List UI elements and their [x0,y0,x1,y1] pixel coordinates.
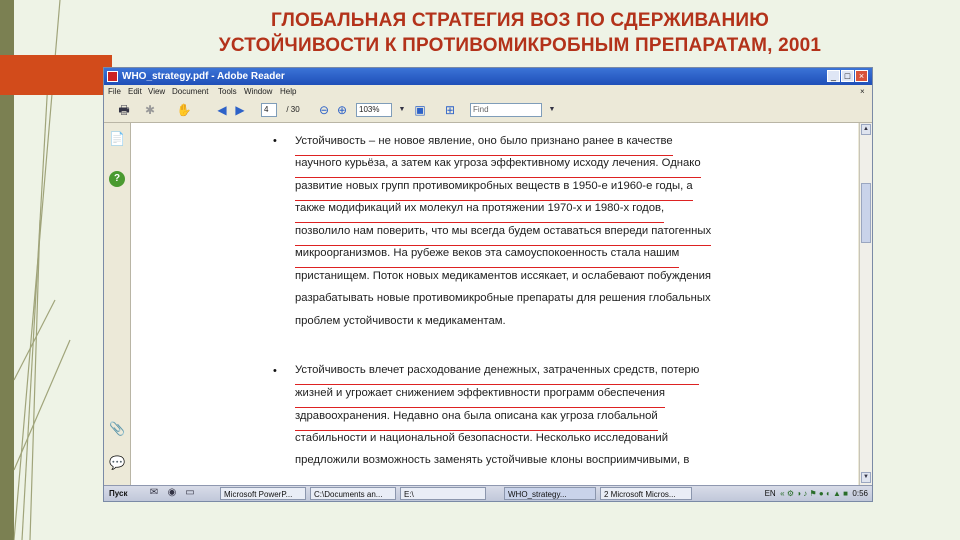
menu-view[interactable]: View [148,85,165,98]
menu-tools[interactable]: Tools [218,85,237,98]
scroll-down-icon[interactable]: ▼ [861,472,871,483]
menu-help[interactable]: Help [280,85,296,98]
taskbar-item[interactable]: C:\Documents an... [310,487,396,500]
bullet-2: • [273,365,277,377]
print-icon[interactable]: 🖶 [116,102,132,118]
taskbar-item[interactable]: Microsoft PowerP... [220,487,306,500]
document-page: • Устойчивость – не новое явление, оно б… [131,123,858,485]
close-button[interactable]: × [855,70,868,82]
comments-icon[interactable]: 💬 [109,455,125,471]
slide-title: ГЛОБАЛЬНАЯ СТРАТЕГИЯ ВОЗ ПО СДЕРЖИВАНИЮ … [90,8,950,58]
chevron-down-icon[interactable]: ▼ [394,102,410,118]
slide-title-line1: ГЛОБАЛЬНАЯ СТРАТЕГИЯ ВОЗ ПО СДЕРЖИВАНИЮ [270,10,770,31]
menu-file[interactable]: File [108,85,121,98]
system-tray: EN « ⚙ ◑ ♪ ⚑ ● ◐ ▲ ■ 0:56 [765,487,868,500]
paragraph-1-line: Устойчивость – не новое явление, оно был… [295,133,673,156]
paragraph-2-line: стабильности и национальной безопасности… [295,432,669,444]
menu-window[interactable]: Window [244,85,272,98]
hand-tool-icon[interactable]: ✋ [176,102,192,118]
zoom-in-icon[interactable]: ⊕ [334,102,350,118]
single-page-icon[interactable]: ▣ [412,102,428,118]
paragraph-1-line: разрабатывать новые противомикробные пре… [295,292,711,304]
taskbar-item-active[interactable]: WHO_strategy... [504,487,596,500]
slide-accent-tab [0,55,112,95]
scroll-thumb[interactable] [861,183,871,243]
navigation-panel: 📄 ? 📎 💬 [104,123,131,485]
email-icon[interactable]: ✉ [146,486,162,500]
window-title: WHO_strategy.pdf - Adobe Reader [122,71,285,82]
tray-icons[interactable]: « ⚙ ◑ ♪ ⚑ ● ◐ ▲ ■ [778,489,850,498]
maximize-button[interactable]: □ [841,70,854,82]
attachment-icon[interactable]: 📎 [109,421,125,437]
clock: 0:56 [852,489,868,498]
menubar: File Edit View Document Tools Window Hel… [104,85,872,98]
menu-document[interactable]: Document [172,85,208,98]
page-total: / 30 [286,105,300,114]
menu-close-doc-icon[interactable]: × [860,85,865,98]
page-number-input[interactable]: 4 [261,103,277,117]
vertical-scrollbar[interactable]: ▲ ▼ [859,123,872,485]
paragraph-1-line: научного курьёза, а затем как угроза эфф… [295,155,701,178]
desktop-icon[interactable]: ▭ [182,486,198,500]
taskbar-item[interactable]: 2 Microsoft Micros... [600,487,692,500]
menu-edit[interactable]: Edit [128,85,142,98]
paragraph-1-line: также модификаций их молекул на протяжен… [295,200,665,223]
paragraph-1-line: развитие новых групп противомикробных ве… [295,178,693,201]
minimize-button[interactable]: _ [827,70,840,82]
paragraph-2-line: жизней и угрожает снижением эффективност… [295,385,665,408]
paragraph-1-line: позволило нам поверить, что мы всегда бу… [295,223,712,246]
scroll-up-icon[interactable]: ▲ [861,124,871,135]
help-icon[interactable]: ? [109,171,125,187]
taskbar-item[interactable]: E:\ [400,487,486,500]
slide-title-line2: УСТОЙЧИВОСТИ К ПРОТИВОМИКРОБНЫМ ПРЕПАРАТ… [218,35,822,56]
paragraph-1-line: пристанищем. Поток новых медикаментов ис… [295,270,712,282]
fit-page-icon[interactable]: ⊞ [442,102,458,118]
next-page-icon[interactable]: ▶ [232,102,248,118]
paragraph-1-line: проблем устойчивости к медикаментам. [295,315,506,327]
window-titlebar[interactable]: WHO_strategy.pdf - Adobe Reader _ □ × [104,68,872,85]
start-button[interactable]: Пуск [106,487,130,500]
paragraph-2-line: предложили возможность заменять устойчив… [295,454,690,466]
browser-icon[interactable]: ◉ [164,486,180,500]
pages-icon[interactable]: 📄 [109,131,125,147]
paragraph-2-line: здравоохранения. Недавно она была описан… [295,408,658,431]
zoom-out-icon[interactable]: ⊖ [316,102,332,118]
adobe-reader-icon [107,71,118,82]
toolbar: 🖶 ✱ ✋ ◀ ▶ 4 / 30 ⊖ ⊕ 103% ▼ ▣ ⊞ Find ▼ [104,98,872,123]
previous-page-icon[interactable]: ◀ [214,102,230,118]
paragraph-2-line: Устойчивость влечет расходование денежны… [295,362,700,385]
paragraph-1-line: микроорганизмов. На рубеже веков эта сам… [295,245,680,268]
find-dropdown-icon[interactable]: ▼ [544,102,560,118]
windows-taskbar: Пуск ✉ ◉ ▭ Microsoft PowerP... C:\Docume… [104,485,872,501]
bullet-1: • [273,135,277,147]
reader-window: WHO_strategy.pdf - Adobe Reader _ □ × Fi… [103,67,873,502]
language-indicator[interactable]: EN [765,489,776,498]
collaborate-icon[interactable]: ✱ [142,102,158,118]
zoom-select[interactable]: 103% [356,103,392,117]
find-input[interactable]: Find [470,103,542,117]
